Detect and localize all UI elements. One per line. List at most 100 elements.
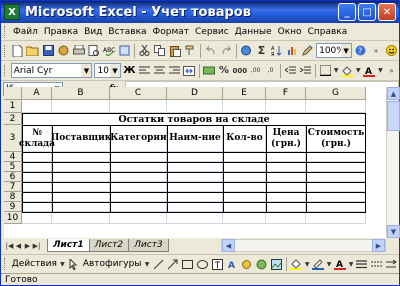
row-header[interactable]: 6 [4, 172, 22, 182]
column-header[interactable]: C [110, 87, 167, 100]
grid-cell[interactable] [266, 152, 306, 162]
menu-help[interactable]: Справка [305, 27, 351, 37]
line-color-icon[interactable] [312, 257, 325, 272]
comma-style-icon[interactable]: 000 [232, 63, 247, 78]
tab-sheet2[interactable]: Лист2 [88, 239, 130, 252]
select-objects-icon[interactable] [67, 257, 80, 272]
font-color-icon[interactable]: A [334, 257, 347, 272]
column-title-cell[interactable]: Категории [110, 125, 167, 152]
grid-cell[interactable] [167, 212, 223, 224]
chevron-down-icon[interactable]: ▼ [341, 44, 352, 57]
drawing-icon[interactable] [301, 43, 314, 58]
sheet-title-cell[interactable]: Остатки товаров на складе [22, 113, 366, 125]
select-all-corner[interactable] [4, 87, 22, 100]
chevron-down-icon[interactable]: ▼ [348, 257, 354, 272]
toolbar-grip[interactable] [4, 258, 7, 270]
menu-insert[interactable]: Вставка [105, 27, 149, 37]
grid-cell[interactable] [266, 182, 306, 192]
grid-cell[interactable] [110, 182, 167, 192]
currency-icon[interactable] [203, 63, 216, 78]
grid-cell[interactable] [223, 152, 266, 162]
menu-file[interactable]: Файл [10, 27, 41, 37]
grid-cell[interactable] [110, 202, 167, 212]
paste-icon[interactable] [169, 43, 182, 58]
textbox-icon[interactable] [211, 257, 224, 272]
vertical-scrollbar[interactable]: ▲ ▼ [386, 87, 400, 238]
grid-cell[interactable] [22, 172, 52, 182]
grid-cell[interactable] [110, 172, 167, 182]
permission-icon[interactable] [57, 43, 70, 58]
menu-grip[interactable] [4, 25, 7, 38]
tab-sheet1[interactable]: Лист1 [47, 239, 90, 252]
chevron-down-icon[interactable]: ▼ [378, 63, 383, 78]
row-header[interactable]: 2 [4, 113, 22, 125]
grid-cell[interactable] [223, 162, 266, 172]
grid-cell[interactable] [306, 162, 366, 172]
increase-indent-icon[interactable] [299, 63, 312, 78]
grid-cell[interactable] [22, 152, 52, 162]
line-style-icon[interactable] [356, 257, 369, 272]
first-sheet-icon[interactable]: |◀ [5, 240, 14, 252]
row-header[interactable]: 1 [4, 100, 22, 113]
decrease-decimal-icon[interactable]: ,0 [264, 63, 277, 78]
grid-cell[interactable] [110, 192, 167, 202]
grid-cell[interactable] [223, 100, 266, 113]
increase-decimal-icon[interactable]: ,00 [249, 63, 262, 78]
grid-cell[interactable] [52, 152, 110, 162]
column-title-cell[interactable]: Стоимость (грн.) [306, 125, 366, 152]
menu-tools[interactable]: Сервис [192, 27, 232, 37]
cut-icon[interactable] [138, 43, 151, 58]
scroll-left-icon[interactable]: ◀ [222, 239, 235, 252]
grid-cell[interactable] [22, 182, 52, 192]
grid-cell[interactable] [167, 172, 223, 182]
grid-cell[interactable] [22, 162, 52, 172]
grid-cell[interactable] [22, 192, 52, 202]
draw-actions-menu[interactable]: Действия [12, 259, 57, 269]
grid-cell[interactable] [52, 172, 110, 182]
column-title-cell[interactable]: Поставщик [51, 125, 112, 152]
dash-style-icon[interactable] [370, 257, 383, 272]
grid-cell[interactable] [306, 212, 366, 224]
grid-cell[interactable] [266, 172, 306, 182]
autosum-icon[interactable]: Σ [255, 43, 268, 58]
column-header[interactable]: A [22, 87, 52, 100]
toolbar-options-icon[interactable]: » [385, 63, 398, 78]
fill-color-icon[interactable] [290, 257, 303, 272]
menu-view[interactable]: Вид [81, 27, 105, 37]
grid-cell[interactable] [223, 202, 266, 212]
chevron-down-icon[interactable]: ▼ [81, 64, 92, 77]
wordart-icon[interactable]: A [226, 257, 239, 272]
horizontal-scrollbar[interactable]: ◀ ▶ [221, 239, 386, 252]
grid-cell[interactable] [167, 192, 223, 202]
tab-sheet3[interactable]: Лист3 [128, 239, 169, 252]
align-right-icon[interactable] [168, 63, 181, 78]
arrow-icon[interactable] [166, 257, 179, 272]
row-header[interactable]: 7 [4, 182, 22, 192]
diagram-icon[interactable] [240, 257, 253, 272]
last-sheet-icon[interactable]: ▶| [32, 240, 41, 252]
scroll-up-icon[interactable]: ▲ [387, 87, 400, 100]
grid-cell[interactable] [110, 212, 167, 224]
chevron-down-icon[interactable]: ▼ [327, 257, 332, 272]
column-header[interactable]: D [167, 87, 223, 100]
grid-cell[interactable] [52, 212, 110, 224]
grid-cell[interactable] [306, 182, 366, 192]
menu-data[interactable]: Данные [232, 27, 275, 37]
grid-cell[interactable] [52, 100, 110, 113]
align-left-icon[interactable] [138, 63, 151, 78]
fill-color-icon[interactable] [341, 63, 354, 78]
chevron-down-icon[interactable]: ▼ [144, 257, 150, 272]
open-icon[interactable] [26, 43, 39, 58]
prev-sheet-icon[interactable]: ◀ [14, 240, 23, 252]
grid-cell[interactable] [266, 192, 306, 202]
menu-edit[interactable]: Правка [41, 27, 81, 37]
rectangle-icon[interactable] [181, 257, 194, 272]
grid-cell[interactable] [52, 162, 110, 172]
grid-cell[interactable] [110, 152, 167, 162]
scroll-thumb[interactable] [387, 101, 400, 131]
align-center-icon[interactable] [153, 63, 166, 78]
print-preview-icon[interactable] [87, 43, 100, 58]
toolbar-grip[interactable] [4, 44, 7, 57]
chart-wizard-icon[interactable] [286, 43, 299, 58]
menu-format[interactable]: Формат [150, 27, 193, 37]
